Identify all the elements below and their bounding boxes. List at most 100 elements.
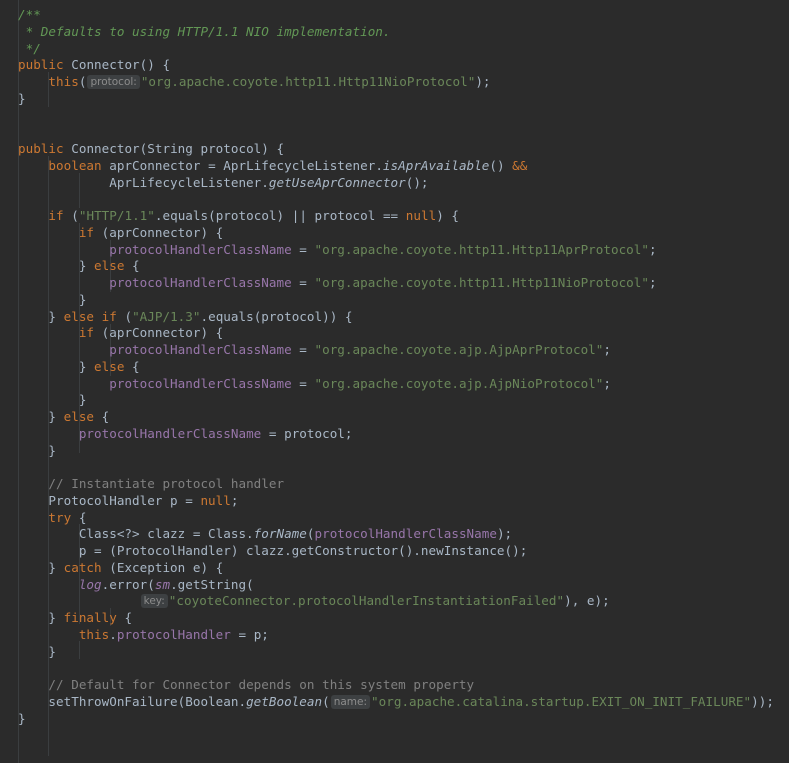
code-line[interactable]: protocolHandlerClassName = "org.apache.c… [0,242,789,259]
keyword-token: null [405,208,437,223]
code-line[interactable]: this.protocolHandler = p; [0,627,789,644]
code-line[interactable]: } else if ("AJP/1.3".equals(protocol)) { [0,309,789,326]
keyword-token: finally [63,610,117,625]
code-line[interactable]: protocolHandlerClassName = "org.apache.c… [0,342,789,359]
string-token: "AJP/1.3" [132,308,201,324]
string-token: "coyoteConnector.protocolHandlerInstanti… [168,593,565,609]
code-token: } [18,308,64,324]
code-line[interactable]: // Instantiate protocol handler [0,476,789,493]
static-method-token: isAprAvailable [382,157,490,173]
code-line[interactable]: AprLifecycleListener.getUseAprConnector(… [0,175,789,192]
code-token: } [18,392,87,408]
code-line[interactable]: Class<?> clazz = Class.forName(protocolH… [0,526,789,543]
code-token: ; [649,241,657,257]
code-line[interactable]: } [0,711,789,728]
code-token: } [18,643,57,659]
code-token: ; [603,375,611,391]
code-line[interactable]: } else { [0,359,789,376]
keyword-token: boolean [48,157,102,173]
code-line[interactable] [0,660,789,677]
code-line[interactable]: } [0,443,789,460]
code-line[interactable]: public Connector(String protocol) { [0,141,789,158]
javadoc-token: /** [18,7,41,22]
code-line[interactable]: p = (ProtocolHandler) clazz.getConstruct… [0,543,789,560]
code-line[interactable]: if (aprConnector) { [0,325,789,342]
param-hint-name[interactable]: name: [330,694,371,709]
operator-token: && [512,157,528,173]
code-token: (aprConnector) { [94,325,224,341]
code-line[interactable]: try { [0,510,789,527]
code-token: ( [78,74,87,89]
code-token: } [18,358,95,374]
code-line[interactable]: public Connector() { [0,57,789,74]
field-token: protocolHandlerClassName [109,375,292,391]
code-line[interactable]: key: "coyoteConnector.protocolHandlerInst… [0,593,789,610]
code-line[interactable]: log.error(sm.getString( [0,577,789,594]
keyword-token: this [78,626,110,642]
keyword-token: else if [63,308,117,324]
code-line[interactable]: * Defaults to using HTTP/1.1 NIO impleme… [0,24,789,41]
code-line[interactable]: this(protocol: "org.apache.coyote.http11.… [0,74,789,91]
class-token: Connector [71,141,140,156]
code-line[interactable]: } else { [0,258,789,275]
code-line[interactable]: protocolHandlerClassName = protocol; [0,426,789,443]
code-line[interactable]: setThrowOnFailure(Boolean.getBoolean(nam… [0,694,789,711]
code-token: ; [230,492,239,508]
code-token: Class<?> clazz = Class. [18,526,254,542]
code-line[interactable]: protocolHandlerClassName = "org.apache.c… [0,376,789,393]
code-line[interactable]: } catch (Exception e) { [0,560,789,577]
code-line[interactable] [0,191,789,208]
code-token: (String protocol) { [139,141,285,156]
param-hint-key[interactable]: key: [140,594,168,609]
code-line[interactable]: ProtocolHandler p = null; [0,493,789,510]
code-token: .equals(protocol) || protocol == [154,208,406,223]
param-hint-protocol[interactable]: protocol: [87,75,140,89]
keyword-token: null [200,492,231,508]
code-line[interactable]: boolean aprConnector = AprLifecycleListe… [0,158,789,175]
code-line[interactable]: } else { [0,409,789,426]
code-token: = protocol; [261,425,353,441]
static-method-token: getBoolean [246,693,323,709]
code-token: ); [496,526,513,542]
code-token: = p; [230,626,269,642]
field-token: protocolHandler [116,626,231,642]
keyword-token: try [48,509,72,525]
code-token: } [18,710,26,726]
code-line[interactable]: */ [0,41,789,58]
code-line[interactable] [0,459,789,476]
code-line[interactable]: } [0,644,789,661]
code-editor[interactable]: /** * Defaults to using HTTP/1.1 NIO imp… [0,0,789,763]
code-line[interactable]: if ("HTTP/1.1".equals(protocol) || proto… [0,208,789,225]
code-line[interactable]: } [0,292,789,309]
code-token: () { [139,57,171,73]
field-token: protocolHandlerClassName [314,526,497,542]
code-token: ), e); [564,593,610,609]
code-line[interactable]: } [0,91,789,108]
code-line[interactable]: /** [0,7,789,24]
code-line[interactable]: } finally { [0,610,789,627]
code-line[interactable]: protocolHandlerClassName = "org.apache.c… [0,275,789,292]
code-line[interactable] [0,108,789,125]
code-line[interactable] [0,124,789,141]
comment-token: // Instantiate protocol handler [48,476,285,491]
keyword-token: if [48,208,64,223]
code-token: } [18,258,95,274]
code-line[interactable]: if (aprConnector) { [0,225,789,242]
code-token: { [124,358,140,374]
code-token: setThrowOnFailure(Boolean. [18,693,247,709]
keyword-token: public [18,57,64,73]
code-line[interactable]: } [0,392,789,409]
code-token: (Exception e) { [101,559,224,575]
code-token: } [18,559,64,575]
code-line[interactable]: // Default for Connector depends on this… [0,677,789,694]
